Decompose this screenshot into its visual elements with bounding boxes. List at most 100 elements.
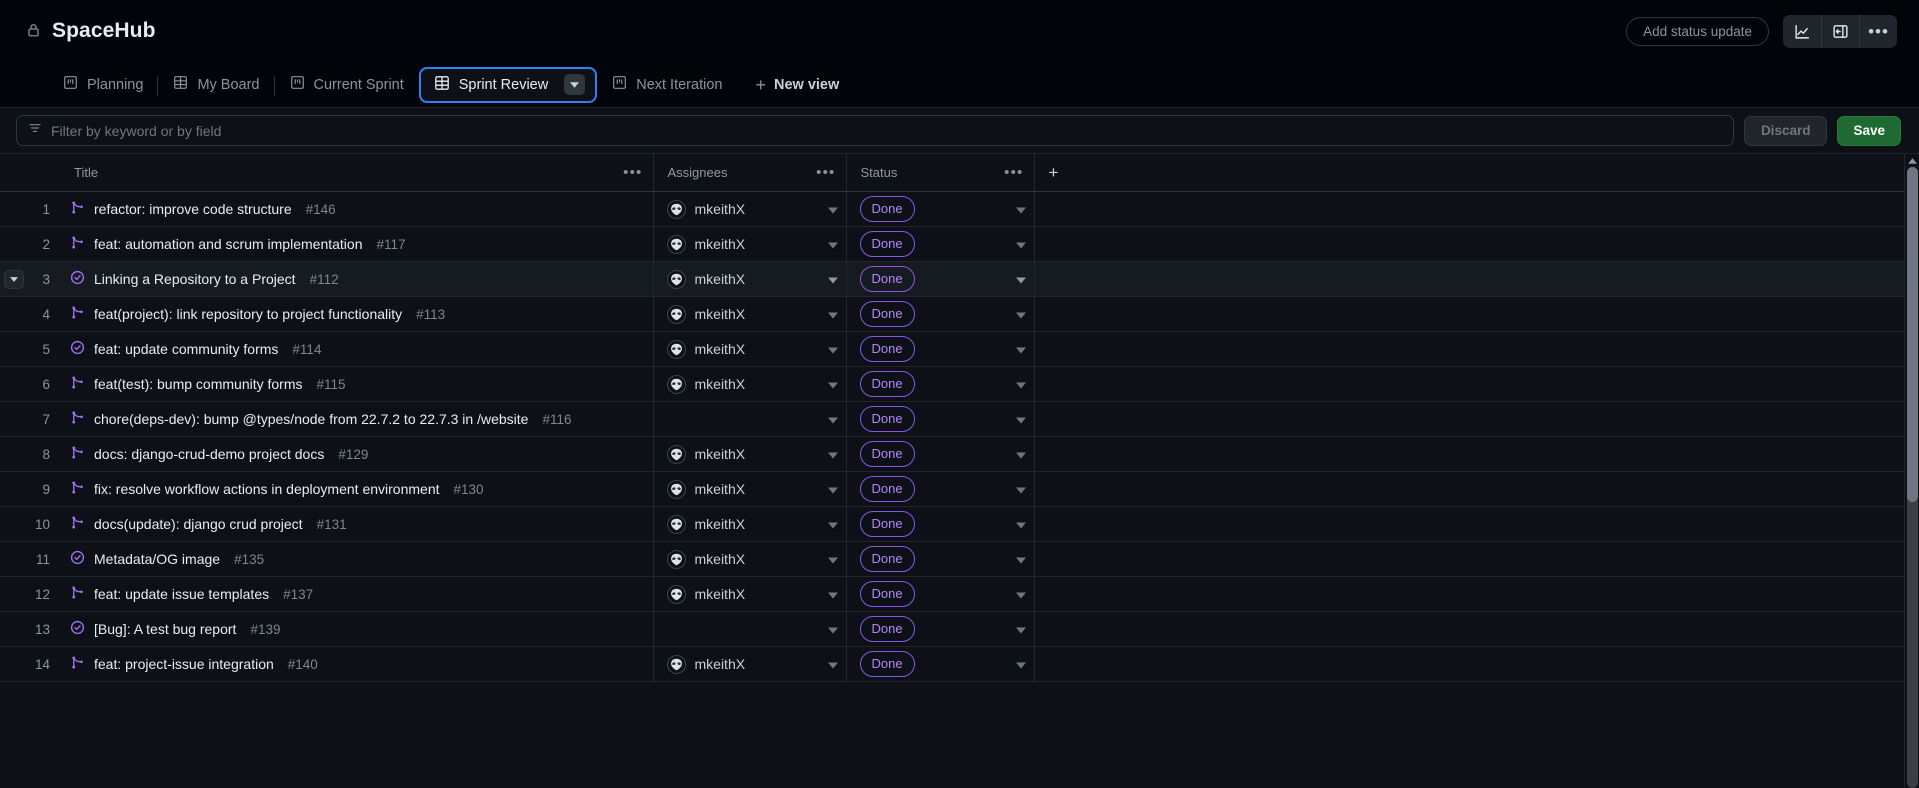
assignee-dropdown-icon[interactable]	[828, 586, 838, 602]
assignee-dropdown-icon[interactable]	[828, 341, 838, 357]
column-menu-icon-status[interactable]: •••	[1004, 165, 1023, 180]
row-assignees-cell[interactable]: mkeithX	[653, 577, 846, 612]
status-dropdown-icon[interactable]	[1016, 341, 1026, 357]
add-status-update-button[interactable]: Add status update	[1626, 17, 1769, 46]
assignee-dropdown-icon[interactable]	[828, 656, 838, 672]
new-view-button[interactable]: + New view	[743, 68, 851, 102]
row-title-cell[interactable]: Metadata/OG image#135	[60, 542, 653, 577]
row-assignees-cell[interactable]: mkeithX	[653, 507, 846, 542]
table-row[interactable]: 11Metadata/OG image#135mkeithXDone	[0, 542, 1904, 577]
assignee-dropdown-icon[interactable]	[828, 306, 838, 322]
tab-my-board[interactable]: My Board	[158, 68, 274, 102]
assignee-dropdown-icon[interactable]	[828, 236, 838, 252]
scrollbar-thumb[interactable]	[1907, 167, 1918, 502]
row-status-cell[interactable]: Done	[846, 192, 1034, 227]
row-title-cell[interactable]: docs: django-crud-demo project docs#129	[60, 437, 653, 472]
kebab-more-icon[interactable]: •••	[1859, 15, 1897, 48]
row-status-cell[interactable]: Done	[846, 577, 1034, 612]
row-title-cell[interactable]: docs(update): django crud project#131	[60, 507, 653, 542]
table-row[interactable]: 9fix: resolve workflow actions in deploy…	[0, 472, 1904, 507]
row-assignees-cell[interactable]: mkeithX	[653, 542, 846, 577]
status-dropdown-icon[interactable]	[1016, 306, 1026, 322]
row-status-cell[interactable]: Done	[846, 507, 1034, 542]
side-panel-icon[interactable]	[1821, 15, 1859, 48]
status-dropdown-icon[interactable]	[1016, 236, 1026, 252]
row-status-cell[interactable]: Done	[846, 227, 1034, 262]
table-row[interactable]: 8docs: django-crud-demo project docs#129…	[0, 437, 1904, 472]
save-button[interactable]: Save	[1837, 116, 1901, 146]
column-header-assignees[interactable]: Assignees •••	[653, 154, 846, 192]
table-row[interactable]: 5feat: update community forms#114mkeithX…	[0, 332, 1904, 367]
column-header-title[interactable]: Title •••	[60, 154, 653, 192]
row-title-cell[interactable]: chore(deps-dev): bump @types/node from 2…	[60, 402, 653, 437]
assignee-dropdown-icon[interactable]	[828, 201, 838, 217]
row-status-cell[interactable]: Done	[846, 332, 1034, 367]
status-dropdown-icon[interactable]	[1016, 586, 1026, 602]
row-title-cell[interactable]: feat: project-issue integration#140	[60, 647, 653, 682]
row-title-cell[interactable]: Linking a Repository to a Project#112	[60, 262, 653, 297]
scroll-up-arrow-icon[interactable]	[1905, 154, 1919, 167]
chart-line-icon[interactable]	[1783, 15, 1821, 48]
expand-row-chevron-icon[interactable]	[4, 270, 24, 289]
table-row[interactable]: 1refactor: improve code structure#146mke…	[0, 192, 1904, 227]
row-status-cell[interactable]: Done	[846, 437, 1034, 472]
status-dropdown-icon[interactable]	[1016, 656, 1026, 672]
table-row[interactable]: 3Linking a Repository to a Project#112mk…	[0, 262, 1904, 297]
add-column-icon[interactable]: +	[1035, 164, 1059, 181]
status-dropdown-icon[interactable]	[1016, 516, 1026, 532]
tab-current-sprint[interactable]: Current Sprint	[275, 68, 419, 102]
assignee-dropdown-icon[interactable]	[828, 551, 838, 567]
row-title-cell[interactable]: feat(project): link repository to projec…	[60, 297, 653, 332]
row-title-cell[interactable]: fix: resolve workflow actions in deploym…	[60, 472, 653, 507]
vertical-scrollbar[interactable]	[1904, 154, 1919, 788]
row-status-cell[interactable]: Done	[846, 367, 1034, 402]
row-assignees-cell[interactable]	[653, 612, 846, 647]
filter-input-wrapper[interactable]	[16, 115, 1734, 146]
status-dropdown-icon[interactable]	[1016, 446, 1026, 462]
status-dropdown-icon[interactable]	[1016, 551, 1026, 567]
row-assignees-cell[interactable]	[653, 402, 846, 437]
row-title-cell[interactable]: feat: update issue templates#137	[60, 577, 653, 612]
tab-sprint-review[interactable]: Sprint Review	[419, 67, 597, 103]
table-row[interactable]: 13[Bug]: A test bug report#139Done	[0, 612, 1904, 647]
column-menu-icon-title[interactable]: •••	[623, 165, 642, 180]
table-row[interactable]: 14feat: project-issue integration#140mke…	[0, 647, 1904, 682]
status-dropdown-icon[interactable]	[1016, 376, 1026, 392]
row-assignees-cell[interactable]: mkeithX	[653, 262, 846, 297]
table-row[interactable]: 12feat: update issue templates#137mkeith…	[0, 577, 1904, 612]
row-title-cell[interactable]: feat(test): bump community forms#115	[60, 367, 653, 402]
row-status-cell[interactable]: Done	[846, 647, 1034, 682]
status-dropdown-icon[interactable]	[1016, 481, 1026, 497]
table-row[interactable]: 7chore(deps-dev): bump @types/node from …	[0, 402, 1904, 437]
assignee-dropdown-icon[interactable]	[828, 481, 838, 497]
row-status-cell[interactable]: Done	[846, 297, 1034, 332]
status-dropdown-icon[interactable]	[1016, 621, 1026, 637]
row-status-cell[interactable]: Done	[846, 402, 1034, 437]
table-row[interactable]: 10docs(update): django crud project#131m…	[0, 507, 1904, 542]
filter-input[interactable]	[51, 123, 1722, 139]
assignee-dropdown-icon[interactable]	[828, 271, 838, 287]
table-row[interactable]: 2feat: automation and scrum implementati…	[0, 227, 1904, 262]
row-title-cell[interactable]: feat: automation and scrum implementatio…	[60, 227, 653, 262]
assignee-dropdown-icon[interactable]	[828, 376, 838, 392]
row-status-cell[interactable]: Done	[846, 612, 1034, 647]
row-title-cell[interactable]: feat: update community forms#114	[60, 332, 653, 367]
row-assignees-cell[interactable]: mkeithX	[653, 367, 846, 402]
row-status-cell[interactable]: Done	[846, 472, 1034, 507]
row-status-cell[interactable]: Done	[846, 262, 1034, 297]
row-assignees-cell[interactable]: mkeithX	[653, 437, 846, 472]
discard-button[interactable]: Discard	[1744, 116, 1828, 146]
column-header-status[interactable]: Status •••	[846, 154, 1034, 192]
status-dropdown-icon[interactable]	[1016, 271, 1026, 287]
row-assignees-cell[interactable]: mkeithX	[653, 332, 846, 367]
table-row[interactable]: 6feat(test): bump community forms#115mke…	[0, 367, 1904, 402]
status-dropdown-icon[interactable]	[1016, 411, 1026, 427]
row-title-cell[interactable]: [Bug]: A test bug report#139	[60, 612, 653, 647]
add-column-header[interactable]: +	[1034, 154, 1904, 192]
row-assignees-cell[interactable]: mkeithX	[653, 227, 846, 262]
row-assignees-cell[interactable]: mkeithX	[653, 472, 846, 507]
scrollbar-track[interactable]	[1907, 167, 1918, 788]
assignee-dropdown-icon[interactable]	[828, 411, 838, 427]
row-status-cell[interactable]: Done	[846, 542, 1034, 577]
tab-planning[interactable]: Planning	[48, 68, 158, 102]
